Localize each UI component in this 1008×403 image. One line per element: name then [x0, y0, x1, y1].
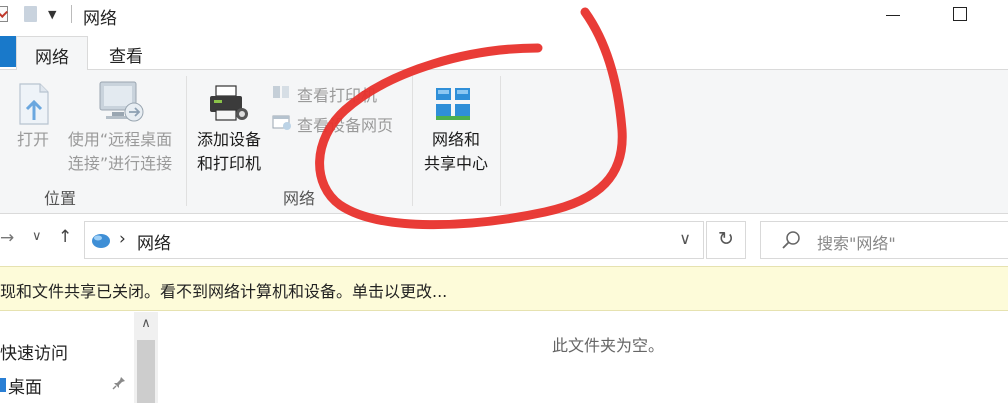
maximize-icon[interactable]	[953, 7, 967, 21]
new-folder-quick-access-icon[interactable]	[24, 6, 37, 22]
empty-folder-message: 此文件夹为空。	[552, 336, 665, 355]
chevron-down-icon[interactable]: ▼	[48, 8, 56, 21]
printer-icon	[210, 85, 248, 121]
recent-locations-icon[interactable]: ∨	[32, 229, 42, 244]
sharing-center-line2: 共享中心	[423, 154, 488, 173]
remote-desktop-line1: 使用“远程桌面	[67, 130, 173, 149]
group-label-network: 网络	[283, 189, 316, 208]
view-device-page-label: 查看设备网页	[297, 116, 394, 135]
search-icon	[782, 231, 800, 249]
chevron-right-icon[interactable]: ›	[119, 229, 126, 249]
window-title: 网络	[83, 9, 117, 29]
network-discovery-infobar[interactable]: 现和文件共享已关闭。看不到网络计算机和设备。单击以更改...	[0, 266, 1008, 311]
tab-view[interactable]: 查看	[93, 36, 159, 70]
navigation-pane: 快速访问 桌面 ∧	[0, 312, 160, 403]
up-arrow-icon[interactable]: ↑	[58, 227, 72, 247]
nav-item-quick-access[interactable]: 快速访问	[0, 339, 68, 364]
search-placeholder: 搜索"网络"	[817, 234, 896, 253]
scroll-up-icon[interactable]: ∧	[134, 312, 158, 336]
refresh-icon: ↻	[718, 228, 734, 250]
chevron-down-icon[interactable]: ∨	[679, 229, 691, 248]
printers-small-icon	[273, 86, 289, 98]
properties-quick-access-icon[interactable]	[0, 6, 8, 22]
network-sharing-icon	[436, 88, 470, 120]
tab-network[interactable]: 网络	[16, 36, 88, 71]
explorer-window: ▼ 网络 网络 查看 打开 使用“远程桌面 连接”进行连接 位置 添加设备 和打…	[0, 0, 1008, 403]
ribbon-tab-row: 网络 查看	[0, 32, 1008, 71]
open-icon	[19, 83, 49, 125]
device-webpage-icon	[272, 115, 291, 130]
title-divider	[71, 5, 72, 23]
ribbon: 打开 使用“远程桌面 连接”进行连接 位置 添加设备 和打印机 查看打印机 查看…	[0, 70, 1008, 214]
file-list-area[interactable]: 此文件夹为空。	[160, 312, 1008, 403]
open-label: 打开	[16, 130, 49, 149]
address-bar[interactable]: › 网络 ∨	[84, 221, 704, 259]
refresh-button[interactable]: ↻	[706, 221, 746, 259]
title-bar: ▼ 网络	[0, 0, 1008, 32]
add-devices-line2: 和打印机	[196, 154, 261, 173]
ribbon-divider	[412, 76, 413, 206]
scroll-thumb[interactable]	[137, 340, 155, 403]
remote-desktop-line2: 连接”进行连接	[67, 154, 173, 173]
search-input[interactable]: 搜索"网络"	[760, 221, 1008, 259]
view-printers-label: 查看打印机	[297, 86, 378, 105]
address-row: → ∨ ↑ › 网络 ∨ ↻ 搜索"网络"	[0, 215, 1008, 265]
minimize-icon[interactable]	[886, 15, 900, 16]
nav-item-desktop[interactable]: 桌面	[0, 373, 42, 398]
ribbon-divider	[186, 76, 187, 206]
group-label-location: 位置	[44, 189, 77, 208]
ribbon-divider	[500, 76, 501, 206]
forward-arrow-icon[interactable]: →	[0, 228, 14, 248]
address-path[interactable]: 网络	[137, 229, 171, 254]
network-location-icon	[92, 234, 110, 248]
pin-icon[interactable]	[112, 376, 126, 390]
infobar-message: 现和文件共享已关闭。看不到网络计算机和设备。单击以更改...	[0, 282, 448, 301]
tab-file[interactable]	[0, 36, 16, 67]
sharing-center-line1: 网络和	[431, 130, 480, 149]
add-devices-line1: 添加设备	[196, 130, 261, 149]
remote-desktop-icon	[99, 81, 144, 122]
